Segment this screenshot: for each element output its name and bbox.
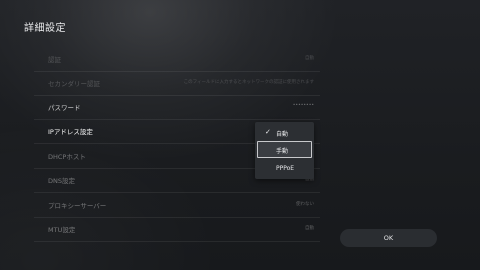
network-advanced-settings-screen: 詳細設定 認証 自動 セカンダリー認証 このフィールドに入力するとネットワークの…	[0, 0, 480, 270]
setting-label: DHCPホスト	[48, 153, 86, 161]
setting-label: パスワード	[48, 104, 81, 112]
option-label: 自動	[276, 131, 289, 138]
setting-value: 使わない	[296, 202, 314, 207]
setting-row-mtu[interactable]: MTU設定 自動	[34, 217, 320, 242]
setting-row-authentication[interactable]: 認証 自動	[34, 47, 320, 72]
setting-label: プロキシーサーバー	[48, 202, 107, 210]
page-title: 詳細設定	[24, 23, 66, 34]
setting-value: 自動	[305, 56, 314, 61]
setting-label: セカンダリー認証	[48, 80, 100, 88]
setting-value: 自動	[305, 226, 314, 231]
setting-label: IPアドレス設定	[48, 128, 93, 136]
dropdown-option-auto[interactable]: ✓ 自動	[257, 124, 312, 141]
setting-label: 認証	[48, 56, 61, 64]
setting-value: ••••••••	[292, 103, 314, 108]
option-label: 手動	[276, 148, 289, 155]
dropdown-option-pppoe[interactable]: PPPoE	[257, 160, 312, 177]
ok-button[interactable]: OK	[340, 229, 437, 247]
dropdown-option-manual[interactable]: 手動	[257, 141, 312, 158]
setting-label: MTU設定	[48, 226, 76, 234]
setting-row-secondary-auth[interactable]: セカンダリー認証 このフィールドに入力するとネットワークの認証に使用されます	[34, 71, 320, 96]
setting-row-proxy[interactable]: プロキシーサーバー 使わない	[34, 193, 320, 218]
option-label: PPPoE	[276, 165, 295, 172]
checkmark-icon: ✓	[265, 128, 271, 136]
setting-row-password[interactable]: パスワード ••••••••	[34, 95, 320, 120]
ip-address-dropdown-menu: ✓ 自動 手動 PPPoE	[255, 122, 314, 179]
setting-label: DNS設定	[48, 177, 75, 185]
setting-value: このフィールドに入力するとネットワークの認証に使用されます	[183, 80, 314, 85]
